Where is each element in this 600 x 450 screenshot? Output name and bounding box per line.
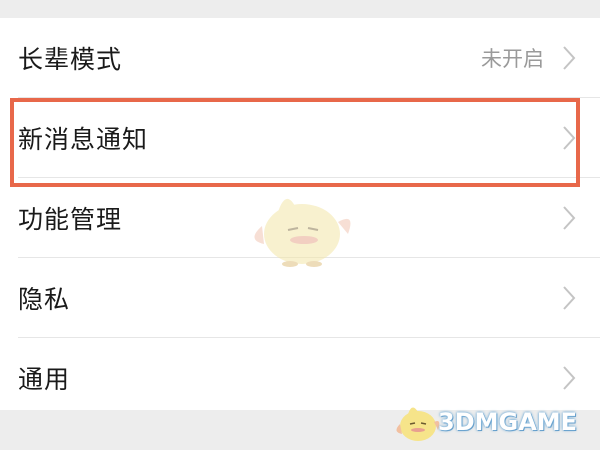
chevron-right-icon: [563, 206, 576, 230]
settings-row-label: 功能管理: [18, 205, 123, 234]
settings-row-elder-mode[interactable]: 长辈模式 未开启: [0, 18, 600, 98]
mascot-bird-icon: [254, 198, 351, 267]
watermark-mascot-icon: [396, 407, 440, 441]
watermark: 3DMGAME: [392, 398, 592, 446]
settings-row-label: 长辈模式: [18, 45, 123, 74]
top-background: [0, 0, 600, 18]
settings-row-label: 隐私: [18, 285, 71, 314]
settings-row-new-message-notification[interactable]: 新消息通知: [0, 98, 600, 178]
settings-row-label: 新消息通知: [18, 125, 149, 154]
watermark-text: 3DMGAME: [438, 408, 578, 436]
chevron-right-icon: [563, 46, 576, 70]
chevron-right-icon: [563, 366, 576, 390]
chevron-right-icon: [563, 286, 576, 310]
chevron-right-icon: [563, 126, 576, 150]
settings-row-value: 未开启: [481, 47, 544, 71]
settings-row-label: 通用: [18, 365, 71, 394]
